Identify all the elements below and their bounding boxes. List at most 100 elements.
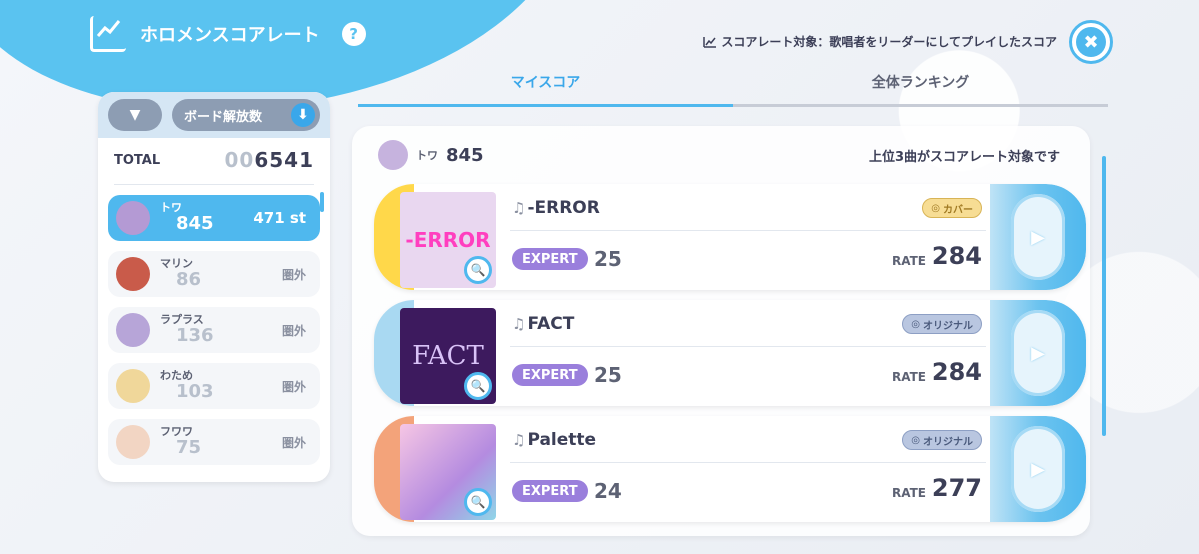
total-value: 006541: [224, 148, 314, 172]
play-button[interactable]: ▶: [990, 416, 1086, 522]
difficulty-level: 24: [594, 479, 622, 503]
rate-value: 284: [931, 358, 982, 386]
jacket-text: FACT: [412, 341, 484, 371]
score-list-scrollbar[interactable]: [1102, 156, 1106, 436]
song-jacket: 🔍: [400, 424, 496, 520]
song-type-text: オリジナル: [923, 320, 973, 332]
member-item-towa[interactable]: トワ 845 471 st: [108, 195, 320, 241]
member-rank: 圏外: [281, 379, 306, 394]
member-item-laplus[interactable]: ラプラス 136 圏外: [108, 307, 320, 353]
top-songs-note: 上位3曲がスコアレート対象です: [868, 149, 1060, 165]
member-item-watame[interactable]: わため 103 圏外: [108, 363, 320, 409]
member-item-fuwawa[interactable]: フワワ 75 圏外: [108, 419, 320, 465]
leader-name: トワ: [416, 149, 438, 162]
song-type-badge: ◎ オリジナル: [902, 314, 982, 334]
avatar: [116, 257, 150, 291]
sort-arrow-icon: ⬇: [291, 103, 315, 127]
zoom-icon[interactable]: 🔍: [464, 372, 492, 400]
avatar: [116, 425, 150, 459]
difficulty-level: 25: [594, 363, 622, 387]
song-jacket: -ERROR 🔍: [400, 192, 496, 288]
play-button[interactable]: ▶: [990, 300, 1086, 406]
tab-bar: マイスコア 全体ランキング: [358, 72, 1108, 107]
music-note-icon: ♫: [512, 199, 526, 217]
song-type-badge: ◎ カバー: [922, 198, 982, 218]
song-card: FACT 🔍 ♫ FACT ◎ オリジナル EXPERT 25 RATE 284 ▶: [374, 300, 1086, 406]
play-icon: ▶: [1031, 226, 1045, 248]
type-icon: ◎: [911, 434, 920, 446]
member-score: 845: [176, 213, 214, 235]
leader-avatar: [378, 140, 408, 170]
difficulty-badge: EXPERT: [512, 248, 588, 270]
member-rank: 圏外: [281, 267, 306, 282]
difficulty-badge: EXPERT: [512, 364, 588, 386]
divider: [510, 462, 986, 463]
song-type-text: オリジナル: [923, 436, 973, 448]
member-rank: 圏外: [281, 435, 306, 450]
sort-button[interactable]: ボード解放数 ⬇: [172, 99, 320, 131]
type-icon: ◎: [931, 202, 940, 214]
member-score: 75: [176, 437, 202, 459]
score-target-text: スコアレート対象：歌唱者をリーダーにしてプレイしたスコア: [721, 35, 1057, 49]
member-list: トワ 845 471 st マリン 86 圏外 ラプラス 136 圏外 わため: [98, 195, 330, 465]
close-icon: ✖: [1076, 27, 1106, 57]
song-type-badge: ◎ オリジナル: [902, 430, 982, 450]
tab-ranking[interactable]: 全体ランキング: [733, 72, 1108, 107]
member-panel-toolbar: ▼ ボード解放数 ⬇: [98, 92, 330, 138]
tab-my-score[interactable]: マイスコア: [358, 72, 733, 107]
song-title: ♫ Palette: [512, 430, 596, 450]
member-item-marine[interactable]: マリン 86 圏外: [108, 251, 320, 297]
difficulty-badge: EXPERT: [512, 480, 588, 502]
mini-chart-icon: [703, 36, 717, 48]
member-score: 86: [176, 269, 202, 291]
song-jacket: FACT 🔍: [400, 308, 496, 404]
total-label: TOTAL: [114, 152, 161, 168]
play-button[interactable]: ▶: [990, 184, 1086, 290]
close-button[interactable]: ✖: [1069, 20, 1113, 64]
divider: [510, 346, 986, 347]
song-title: ♫ FACT: [512, 314, 574, 334]
member-score: 103: [176, 381, 214, 403]
member-rank: 圏外: [281, 323, 306, 338]
song-type-text: カバー: [943, 204, 973, 216]
play-icon: ▶: [1031, 342, 1045, 364]
rate-label: RATE: [892, 254, 926, 268]
total-prefix: 00: [224, 148, 255, 172]
filter-icon: ▼: [129, 107, 141, 123]
divider: [510, 230, 986, 231]
song-title-text: Palette: [527, 430, 597, 450]
music-note-icon: ♫: [512, 431, 526, 449]
song-title-text: -ERROR: [527, 198, 600, 218]
total-number: 6541: [254, 148, 314, 172]
zoom-icon[interactable]: 🔍: [464, 256, 492, 284]
score-target-note: スコアレート対象：歌唱者をリーダーにしてプレイしたスコア: [703, 33, 1057, 50]
score-panel: トワ 845 上位3曲がスコアレート対象です -ERROR 🔍 ♫ -ERROR …: [352, 126, 1106, 536]
member-score: 136: [176, 325, 214, 347]
filter-button[interactable]: ▼: [108, 99, 162, 131]
zoom-icon[interactable]: 🔍: [464, 488, 492, 516]
divider: [114, 184, 314, 185]
member-list-scrollbar[interactable]: [320, 192, 324, 212]
total-row: TOTAL 006541: [98, 138, 330, 178]
page-title: ホロメンスコアレート: [140, 25, 320, 46]
difficulty-level: 25: [594, 247, 622, 271]
page-title-group: ホロメンスコアレート ?: [90, 16, 366, 52]
type-icon: ◎: [911, 318, 920, 330]
leader-score: 845: [446, 144, 484, 166]
rate-label: RATE: [892, 370, 926, 384]
avatar: [116, 369, 150, 403]
score-panel-header: トワ 845 上位3曲がスコアレート対象です: [352, 126, 1090, 170]
song-card: 🔍 ♫ Palette ◎ オリジナル EXPERT 24 RATE 277 ▶: [374, 416, 1086, 522]
chart-icon: [90, 16, 126, 52]
jacket-text: -ERROR: [405, 228, 491, 252]
song-card: -ERROR 🔍 ♫ -ERROR ◎ カバー EXPERT 25 RATE 284…: [374, 184, 1086, 290]
avatar: [116, 313, 150, 347]
rate-label: RATE: [892, 486, 926, 500]
avatar: [116, 201, 150, 235]
play-icon: ▶: [1031, 458, 1045, 480]
help-icon[interactable]: ?: [341, 22, 366, 46]
rate-value: 277: [931, 474, 982, 502]
music-note-icon: ♫: [512, 315, 526, 333]
member-rank: 471 st: [253, 209, 306, 227]
song-title-text: FACT: [527, 314, 575, 334]
